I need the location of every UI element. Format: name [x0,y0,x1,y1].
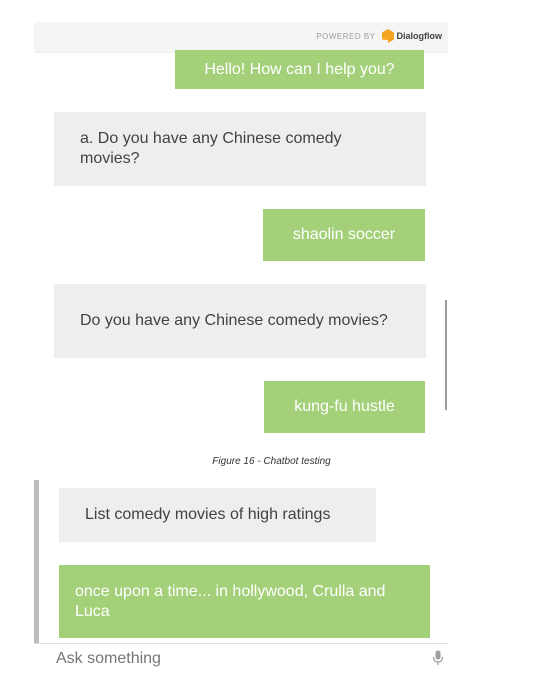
dialogflow-logo-icon [381,29,394,43]
microphone-icon[interactable] [432,650,444,666]
message-text: Hello! How can I help you? [204,60,395,78]
figure-caption: Figure 16 - Chatbot testing [212,456,331,467]
message-text: Do you have any Chinese comedy movies? [80,312,388,329]
user-message: kung-fu hustle [264,381,425,433]
input-bar [34,643,448,683]
message-text: a. Do you have any Chinese comedy movies… [80,130,342,167]
bot-message: List comedy movies of high ratings [59,488,376,542]
message-text: List comedy movies of high ratings [85,506,331,523]
powered-by-bar: POWERED BY Dialogflow [34,22,448,53]
chat-window-top: POWERED BY Dialogflow Hello! How can I h… [34,22,448,442]
user-message: shaolin soccer [263,209,425,261]
bot-message: Do you have any Chinese comedy movies? [54,284,426,358]
scrollbar[interactable] [34,480,39,645]
chat-window-bottom: List comedy movies of high ratings once … [34,480,448,683]
message-text: once upon a time... in hollywood, Crulla… [75,582,386,620]
message-text: kung-fu hustle [294,398,395,415]
powered-by-label: POWERED BY [316,31,376,41]
bot-message: a. Do you have any Chinese comedy movies… [54,112,426,186]
user-message: once upon a time... in hollywood, Crulla… [59,565,430,638]
user-message: Hello! How can I help you? [175,50,424,89]
message-text: shaolin soccer [292,226,396,243]
dialogflow-brand: Dialogflow [396,31,443,41]
ask-input[interactable] [56,650,416,668]
scrollbar[interactable] [445,300,447,410]
powered-by: POWERED BY Dialogflow [316,29,442,43]
